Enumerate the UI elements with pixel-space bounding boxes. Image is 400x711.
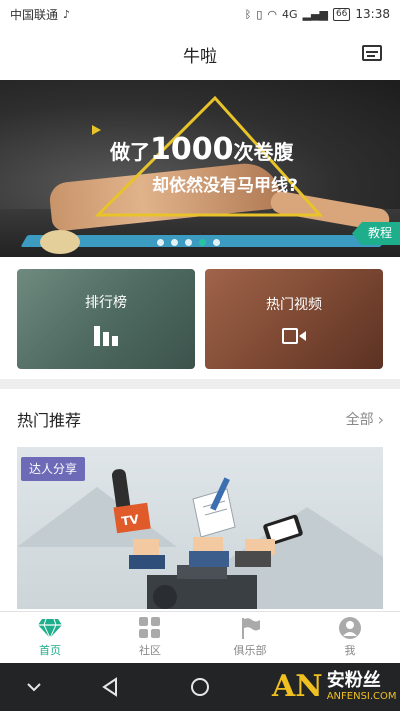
hot-video-tile[interactable]: 热门视频 — [205, 269, 383, 369]
watermark-en: ANFENSI.COM — [326, 691, 397, 702]
bottom-nav: 首页 社区 俱乐部 我 — [0, 611, 400, 663]
tab-home[interactable]: 首页 — [0, 612, 100, 663]
carousel-dot[interactable] — [213, 239, 220, 246]
battery-icon: 66 — [332, 7, 351, 21]
flag-icon — [238, 617, 262, 639]
signal-icon: ▂▄▆ — [302, 7, 328, 21]
status-bar: 中国联通 ♪ ᛒ ▯ ◠ 4G ▂▄▆ 66 13:38 — [0, 0, 400, 28]
tab-club[interactable]: 俱乐部 — [200, 612, 300, 663]
tutorial-tag: 教程 — [352, 222, 400, 245]
tab-community[interactable]: 社区 — [100, 612, 200, 663]
banner-headline-number: 1000 — [150, 132, 234, 167]
banner-subheadline: 却依然没有马甲线? — [152, 176, 298, 196]
section-divider — [0, 379, 400, 389]
grid-icon — [138, 617, 162, 639]
see-all-link[interactable]: 全部 › — [346, 409, 384, 429]
tab-community-label: 社区 — [139, 644, 161, 657]
tv-label: TV — [121, 512, 141, 528]
clock: 13:38 — [355, 7, 390, 21]
see-all-label: 全部 — [345, 412, 374, 428]
tab-me-label: 我 — [344, 644, 356, 657]
banner-headline-suffix: 次卷腹 — [233, 140, 294, 164]
banner-headline-prefix: 做了 — [110, 140, 150, 164]
ranking-tile[interactable]: 排行榜 — [17, 269, 195, 369]
bluetooth-icon: ᛒ — [244, 7, 252, 21]
carousel-dot[interactable] — [171, 239, 178, 246]
banner-carousel[interactable]: 做了1000次卷腹 却依然没有马甲线? 教程 — [0, 80, 400, 257]
chevron-right-icon: › — [377, 409, 384, 429]
collapse-icon[interactable] — [24, 677, 44, 701]
tab-home-label: 首页 — [39, 644, 61, 657]
bar-chart-icon — [94, 326, 118, 346]
tab-me[interactable]: 我 — [300, 612, 400, 663]
tiktok-icon: ♪ — [63, 7, 71, 21]
carousel-dot-active[interactable] — [199, 239, 206, 246]
carousel-dots — [157, 239, 220, 246]
card-icon[interactable] — [362, 45, 382, 61]
triangle-graphic — [92, 95, 324, 217]
watermark-logo: AN — [272, 669, 323, 704]
wifi-icon: ◠ — [267, 7, 278, 21]
user-icon — [338, 617, 362, 639]
site-watermark: AN 安粉丝 ANFENSI.COM — [272, 663, 400, 711]
diamond-icon — [38, 617, 62, 639]
carousel-dot[interactable] — [157, 239, 164, 246]
vibrate-icon: ▯ — [256, 7, 263, 21]
tab-club-label: 俱乐部 — [233, 644, 267, 657]
app-header: 牛啦 — [0, 28, 400, 80]
hot-video-tile-label: 热门视频 — [266, 297, 322, 313]
carousel-dot[interactable] — [185, 239, 192, 246]
back-icon[interactable] — [100, 677, 120, 701]
ranking-tile-label: 排行榜 — [85, 295, 127, 311]
network-label: 4G — [282, 7, 298, 21]
expert-share-tag: 达人分享 — [21, 457, 86, 481]
home-icon[interactable] — [190, 677, 210, 701]
banner-headline: 做了1000次卷腹 — [110, 132, 294, 167]
watermark-cn: 安粉丝 — [326, 670, 381, 691]
page-title: 牛啦 — [183, 46, 217, 67]
video-camera-icon — [282, 328, 306, 344]
recommend-card[interactable]: TV 达人分享 — [17, 447, 383, 609]
carrier-label: 中国联通 — [10, 7, 59, 22]
section-title: 热门推荐 — [17, 411, 82, 430]
